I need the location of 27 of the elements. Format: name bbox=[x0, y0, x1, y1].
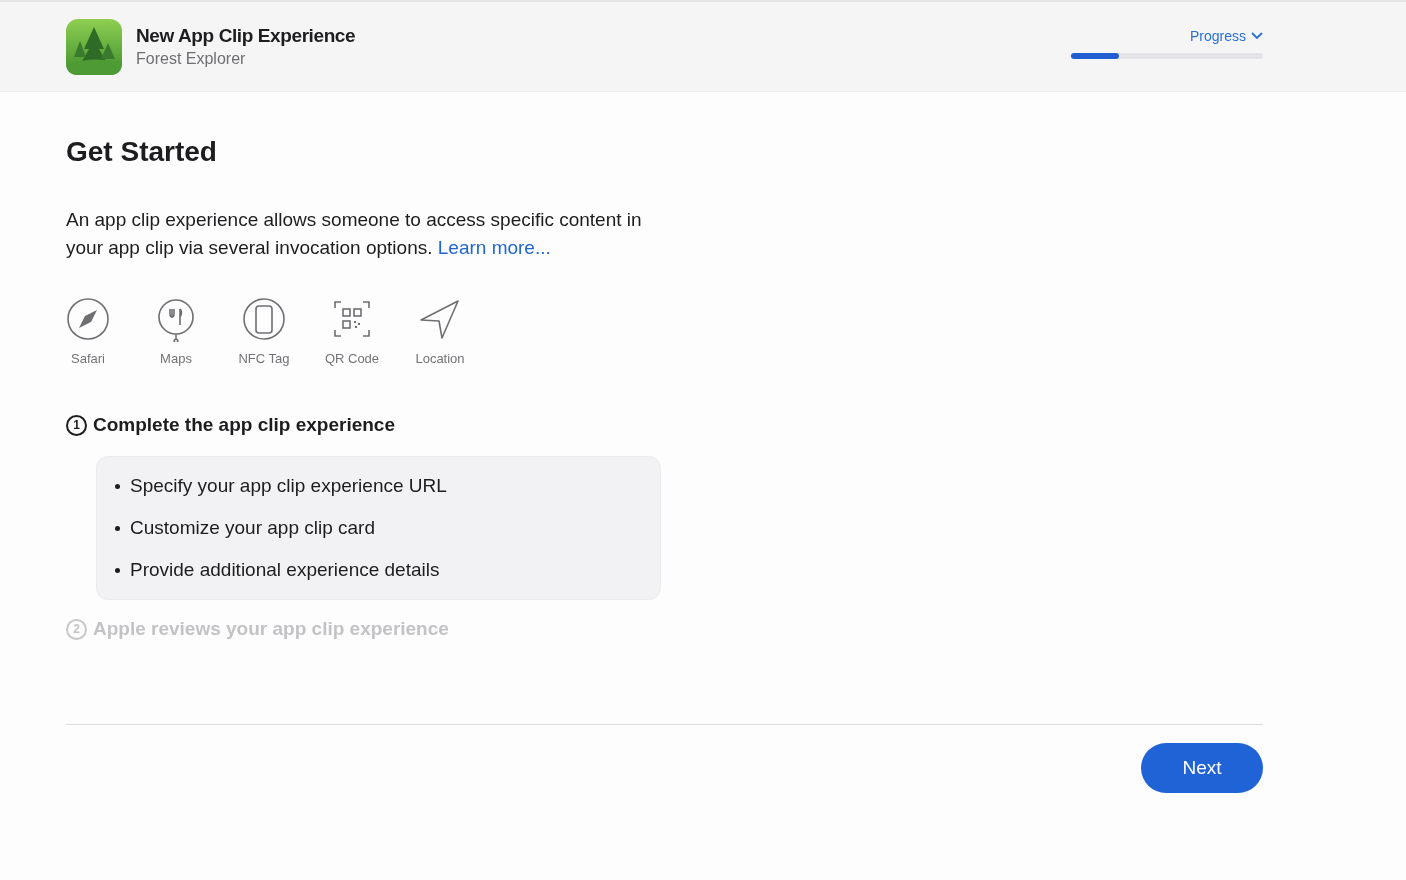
next-button[interactable]: Next bbox=[1141, 743, 1263, 793]
step-number: 2 bbox=[66, 618, 87, 640]
bullet-dot bbox=[115, 525, 120, 531]
page-title: New App Clip Experience bbox=[136, 25, 357, 47]
step-task: Customize your app clip card bbox=[130, 517, 375, 539]
step-title: Apple reviews your app clip experience bbox=[93, 618, 449, 640]
bullet-dot bbox=[115, 483, 120, 489]
step-title: Complete the app clip experience bbox=[93, 414, 395, 436]
learn-more-link[interactable]: Learn more... bbox=[437, 237, 551, 258]
phone-icon bbox=[242, 298, 286, 342]
progress-menu-button[interactable]: Progress bbox=[1189, 28, 1263, 44]
bullet-dot bbox=[115, 567, 120, 573]
app-name: Forest Explorer bbox=[136, 50, 247, 68]
step-number: 1 bbox=[66, 414, 87, 436]
step-task: Provide additional experience details bbox=[130, 559, 440, 581]
chevron-down-icon bbox=[1251, 32, 1263, 40]
navigation-arrow-icon bbox=[418, 298, 462, 342]
intro-paragraph: An app clip experience allows someone to access specific content in your app clip via several invocation options. Learn more... bbox=[66, 208, 643, 260]
step-task: Specify your app clip experience URL bbox=[130, 475, 447, 497]
invocation-option[interactable]: Safari bbox=[44, 298, 132, 366]
invocation-option[interactable]: Maps bbox=[132, 298, 220, 366]
invocation-option[interactable]: NFC Tag bbox=[220, 298, 308, 366]
section-heading: Get Started bbox=[66, 136, 218, 168]
app-icon bbox=[66, 18, 122, 75]
compass-icon bbox=[66, 298, 110, 342]
invocation-option[interactable]: Location bbox=[396, 298, 484, 366]
invocation-option[interactable]: QR Code bbox=[308, 298, 396, 366]
